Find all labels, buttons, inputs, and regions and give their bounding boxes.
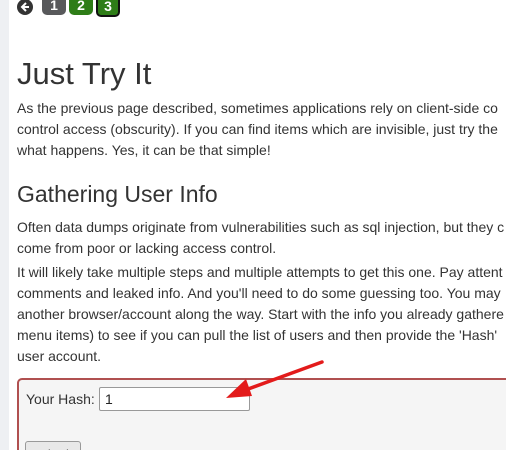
page-button-2[interactable]: 2 — [69, 0, 93, 15]
page-title: Just Try It — [17, 56, 152, 91]
paragraph-2-line-2: comments and leaked info. And you'll nee… — [17, 285, 501, 301]
left-sidebar-edge — [0, 0, 9, 450]
hash-input[interactable] — [99, 387, 250, 411]
paragraph-1-line-1: Often data dumps originate from vulnerab… — [17, 219, 505, 235]
arrow-left-icon[interactable] — [17, 0, 33, 15]
hash-label: Your Hash: — [26, 391, 95, 407]
section-title: Gathering User Info — [17, 181, 218, 207]
paragraph-2-line-3: another browser/account along the way. S… — [17, 306, 504, 322]
arrow-left-glyph — [20, 2, 29, 12]
intro-paragraph-line-3: what happens. Yes, it can be that simple… — [17, 142, 271, 158]
page-button-1[interactable]: 1 — [42, 0, 66, 15]
hash-form: Your Hash: Submit — [17, 378, 506, 450]
submit-button[interactable]: Submit — [25, 441, 81, 450]
page-button-3-current[interactable]: 3 — [96, 0, 120, 17]
paragraph-2-line-4: menu items) to see if you can pull the l… — [17, 327, 498, 343]
intro-paragraph-line-1: As the previous page described, sometime… — [17, 100, 498, 116]
paragraph-1-line-2: come from poor or lacking access control… — [17, 240, 277, 256]
paragraph-2-line-5: user account. — [17, 348, 102, 364]
lesson-page: 1 2 3 Just Try It As the previous page d… — [17, 0, 506, 450]
intro-paragraph-line-2: control access (obscurity). If you can f… — [17, 121, 498, 137]
paragraph-2-line-1: It will likely take multiple steps and m… — [17, 264, 503, 280]
lesson-pager: 1 2 3 — [17, 0, 123, 17]
